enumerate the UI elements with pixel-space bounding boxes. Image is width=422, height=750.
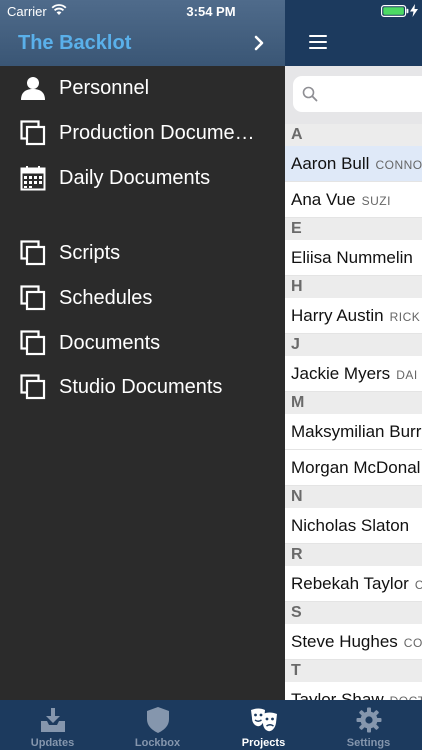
section-header: R (285, 544, 422, 566)
tab-settings[interactable]: Settings (316, 700, 421, 750)
menu-item-studio-documents[interactable]: Studio Documents (0, 368, 285, 406)
menu-item-label: Scripts (59, 242, 121, 264)
documents-icon (20, 330, 46, 356)
contact-role: RICK (389, 310, 421, 324)
menu-item-daily-documents[interactable]: Daily Documents (0, 159, 285, 197)
menu-item-label: Daily Documents (59, 167, 211, 189)
menu-item-scripts[interactable]: Scripts (0, 234, 285, 272)
menu-item-documents[interactable]: Documents (0, 324, 285, 362)
table-row[interactable]: Morgan McDonal (285, 450, 422, 486)
section-header: E (285, 218, 422, 240)
search-bar (285, 66, 422, 124)
section-header: N (285, 486, 422, 508)
documents-icon (20, 120, 46, 146)
menu-item-label: Studio Documents (59, 376, 223, 398)
contact-name: Jackie Myers (291, 364, 391, 383)
contacts-pane: A Aaron Bull CONNO Ana Vue SUZI E Eliisa N… (285, 0, 422, 700)
table-row[interactable]: Maksymilian Burr (285, 414, 422, 450)
tab-label: Projects (241, 737, 286, 749)
menu-item-production-documents[interactable]: Production Docume… (0, 114, 285, 152)
menu-item-label: Production Docume… (59, 122, 255, 144)
status-bar: Carrier 3:54 PM (0, 0, 422, 22)
table-row[interactable]: Aaron Bull CONNO (285, 146, 422, 182)
chevron-right-icon[interactable] (253, 35, 265, 51)
table-row[interactable]: Rebekah Taylor CL (285, 566, 422, 602)
contact-name: Steve Hughes (291, 632, 398, 651)
contact-role: SUZI (361, 194, 391, 208)
status-time: 3:54 PM (186, 4, 236, 19)
table-row[interactable]: Nicholas Slaton (285, 508, 422, 544)
menu-item-label: Documents (59, 332, 161, 354)
theater-masks-icon (251, 708, 277, 732)
tab-label: Lockbox (134, 737, 181, 749)
contact-name: Nicholas Slaton (291, 516, 410, 535)
menu-item-label: Schedules (59, 287, 153, 309)
table-row[interactable]: Ana Vue SUZI (285, 182, 422, 218)
tab-label: Updates (30, 737, 75, 749)
section-header: H (285, 276, 422, 298)
charging-bolt-icon (410, 4, 418, 17)
section-header: M (285, 392, 422, 414)
table-row[interactable]: Harry Austin RICK (285, 298, 422, 334)
contact-name: Aaron Bull (291, 154, 370, 173)
table-row[interactable]: Eliisa Nummelin (285, 240, 422, 276)
calendar-icon (20, 166, 46, 191)
table-row[interactable]: Jackie Myers DAI (285, 356, 422, 392)
side-drawer: The Backlot Personnel Production Docume… (0, 0, 285, 700)
table-row[interactable]: Taylor ShawDOCT (285, 682, 422, 700)
documents-icon (20, 374, 46, 400)
download-tray-icon (41, 708, 65, 732)
table-row[interactable]: Steve Hughes CO (285, 624, 422, 660)
contact-name: Rebekah Taylor (291, 574, 409, 593)
section-header: T (285, 660, 422, 682)
menu-item-schedules[interactable]: Schedules (0, 279, 285, 317)
shield-icon (147, 707, 169, 733)
contact-role: CO (403, 636, 422, 650)
tab-updates[interactable]: Updates (0, 700, 105, 750)
menu-item-personnel[interactable]: Personnel (0, 69, 285, 107)
search-input[interactable] (293, 76, 422, 112)
contact-role: DAI (396, 368, 418, 382)
person-icon (21, 77, 45, 100)
gear-icon (356, 707, 382, 733)
contact-name: Harry Austin (291, 306, 384, 325)
hamburger-menu-icon[interactable] (309, 35, 327, 50)
section-header: J (285, 334, 422, 356)
section-header: A (285, 124, 422, 146)
tab-projects[interactable]: Projects (211, 700, 316, 750)
contact-name: Morgan McDonal (291, 458, 421, 477)
documents-icon (20, 240, 46, 266)
section-header: S (285, 602, 422, 624)
contact-role: CONNO (375, 158, 422, 172)
search-icon (302, 86, 318, 102)
documents-icon (20, 285, 46, 311)
contact-name: Eliisa Nummelin (291, 248, 413, 267)
tab-lockbox[interactable]: Lockbox (105, 700, 210, 750)
contact-name: Ana Vue (291, 190, 356, 209)
tab-label: Settings (346, 737, 391, 749)
project-title: The Backlot (18, 32, 132, 54)
tab-bar: Updates Lockbox Projects Settings (0, 700, 422, 750)
battery-icon (381, 5, 409, 17)
contact-role: CL (415, 578, 422, 592)
menu-item-label: Personnel (59, 77, 150, 99)
contact-name: Taylor Shaw (291, 690, 384, 700)
contact-name: Maksymilian Burr (291, 422, 422, 441)
contacts-list: A Aaron Bull CONNO Ana Vue SUZI E Eliisa N… (285, 124, 422, 700)
